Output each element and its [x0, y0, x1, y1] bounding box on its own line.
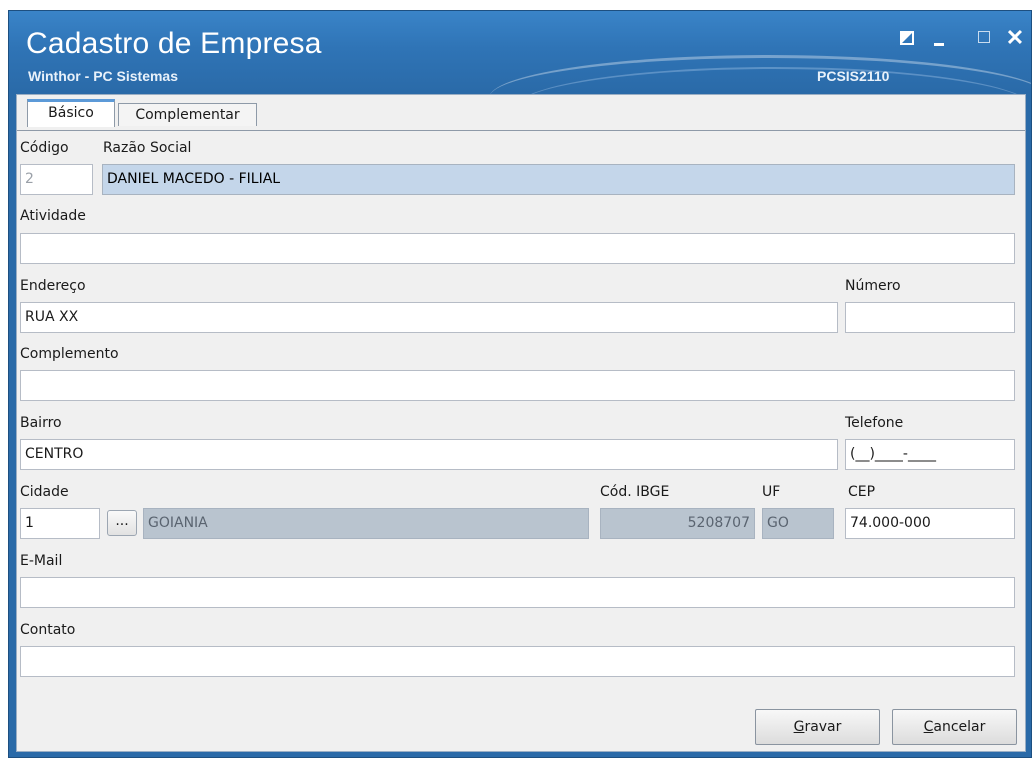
- app-window: Cadastro de Empresa Winthor - PC Sistema…: [8, 10, 1032, 758]
- form-panel: Básico Complementar Código Razão Social …: [16, 94, 1026, 752]
- codigo-label: Código: [20, 140, 69, 156]
- razao-social-field[interactable]: DANIEL MACEDO - FILIAL: [102, 164, 1015, 195]
- complemento-label: Complemento: [20, 346, 119, 362]
- numero-field[interactable]: [845, 302, 1015, 333]
- cancelar-label: ancelar: [933, 719, 986, 735]
- bairro-label: Bairro: [20, 415, 62, 431]
- contato-label: Contato: [20, 622, 76, 638]
- gravar-label: ravar: [804, 719, 842, 735]
- endereco-label: Endereço: [20, 278, 86, 294]
- gravar-button[interactable]: Gravar: [755, 709, 880, 745]
- cidade-code-field[interactable]: 1: [20, 508, 100, 539]
- telefone-field[interactable]: (__)____-____: [845, 439, 1015, 470]
- atividade-label: Atividade: [20, 208, 86, 224]
- telefone-label: Telefone: [845, 415, 904, 431]
- routine-code: PCSIS2110: [817, 68, 890, 84]
- minimize-icon[interactable]: [930, 25, 952, 51]
- razao-social-label: Razão Social: [103, 140, 192, 156]
- maximize-icon[interactable]: [975, 25, 997, 51]
- uf-label: UF: [762, 484, 781, 500]
- window-title: Cadastro de Empresa: [26, 27, 322, 60]
- uf-field: GO: [762, 508, 834, 539]
- endereco-field[interactable]: RUA XX: [20, 302, 838, 333]
- numero-label: Número: [845, 278, 901, 294]
- gravar-accel: G: [793, 719, 805, 735]
- email-label: E-Mail: [20, 553, 63, 569]
- title-bar[interactable]: Cadastro de Empresa Winthor - PC Sistema…: [9, 11, 1031, 94]
- cod-ibge-label: Cód. IBGE: [600, 484, 670, 500]
- razao-social-value: DANIEL MACEDO - FILIAL: [107, 170, 281, 188]
- cidade-lookup-button[interactable]: ...: [107, 510, 137, 536]
- tab-basico[interactable]: Básico: [27, 99, 115, 127]
- email-field[interactable]: [20, 577, 1015, 608]
- bairro-field[interactable]: CENTRO: [20, 439, 838, 470]
- tab-complementar[interactable]: Complementar: [118, 103, 257, 126]
- contato-field[interactable]: [20, 646, 1015, 677]
- tab-divider: [17, 130, 1025, 131]
- window-subtitle: Winthor - PC Sistemas: [28, 68, 179, 84]
- restore-icon[interactable]: [897, 25, 919, 51]
- cidade-label: Cidade: [20, 484, 69, 500]
- close-icon[interactable]: ✕: [1004, 25, 1026, 51]
- codigo-field[interactable]: 2: [20, 164, 93, 195]
- cep-label: CEP: [848, 484, 876, 500]
- cidade-name-field: GOIANIA: [143, 508, 589, 539]
- cod-ibge-field: 5208707: [600, 508, 755, 539]
- atividade-field[interactable]: [20, 233, 1015, 264]
- complemento-field[interactable]: [20, 370, 1015, 401]
- cancelar-accel: C: [923, 719, 934, 735]
- tab-strip: Básico Complementar: [17, 99, 1025, 131]
- cancelar-button[interactable]: Cancelar: [892, 709, 1017, 745]
- cep-field[interactable]: 74.000-000: [845, 508, 1015, 539]
